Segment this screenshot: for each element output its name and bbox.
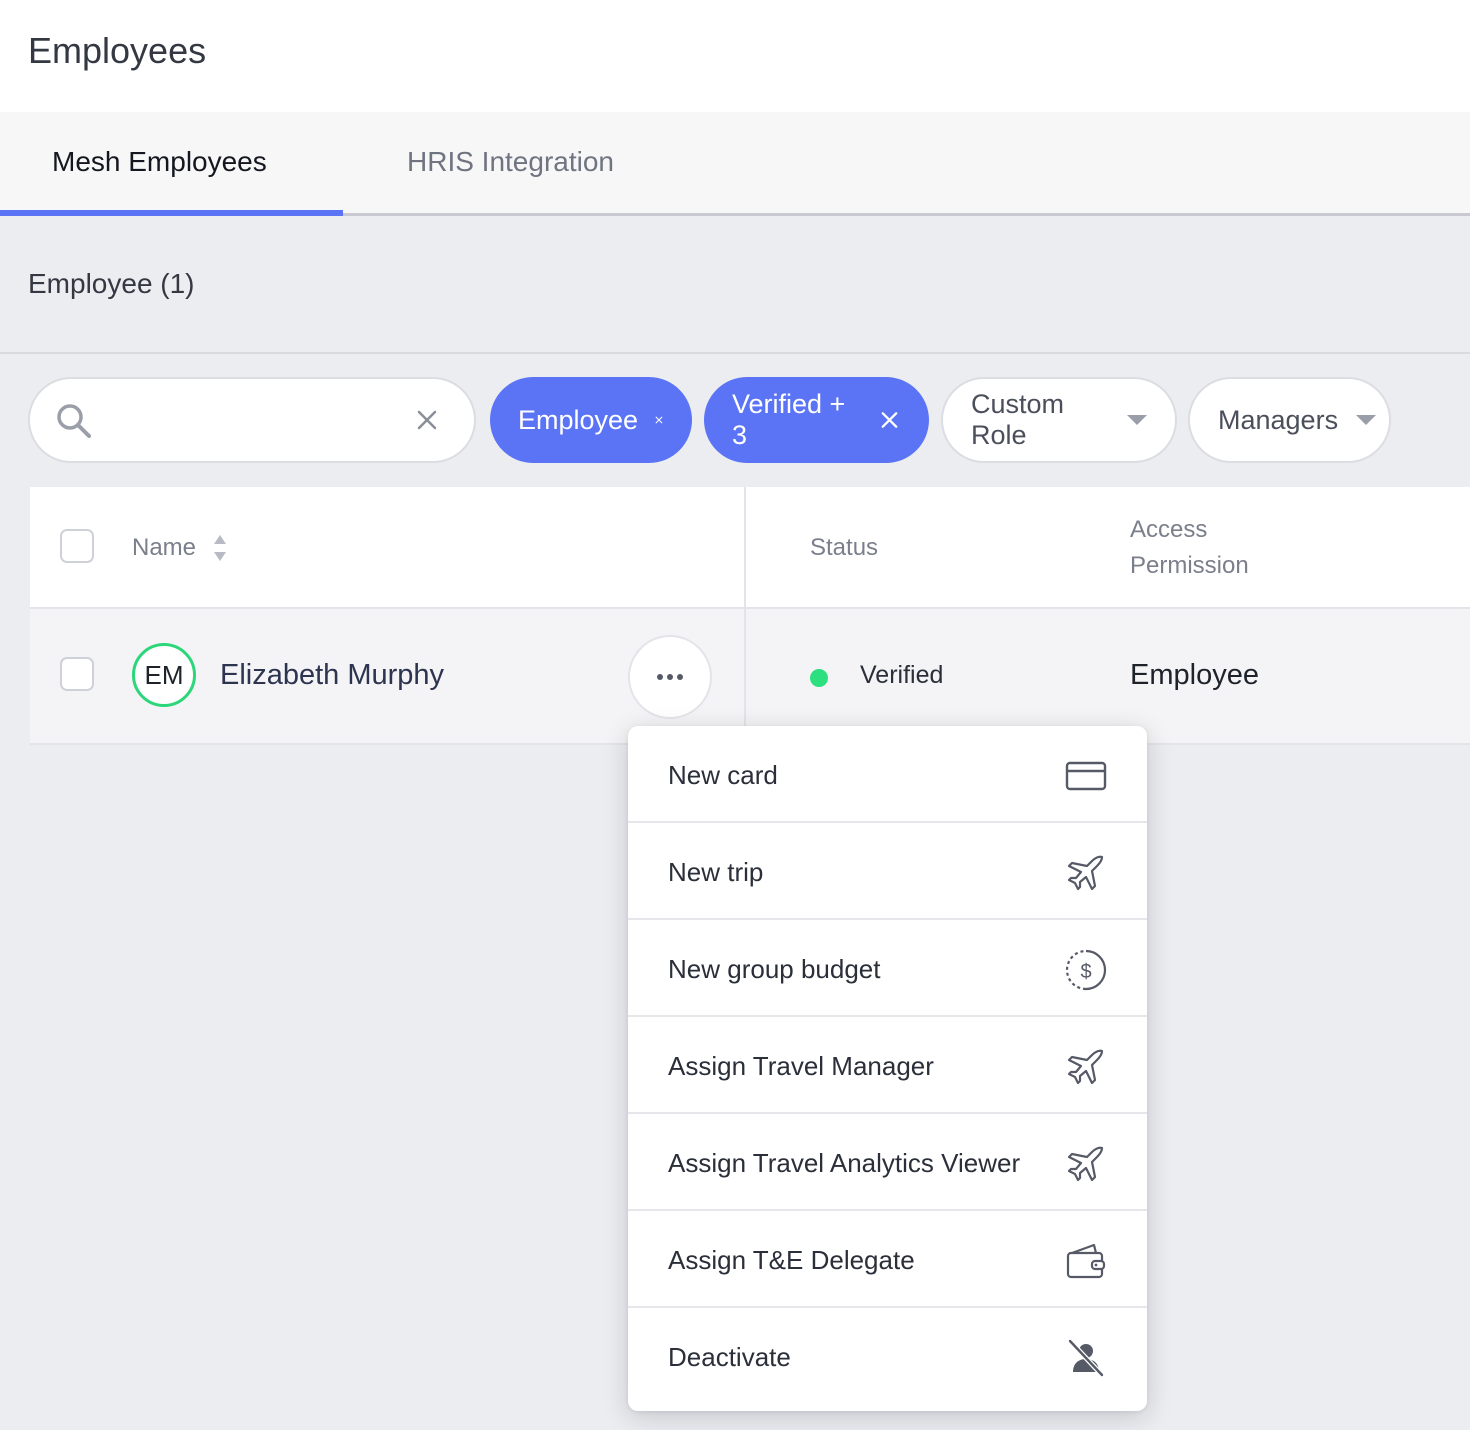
- filter-chip-label: Managers: [1218, 404, 1339, 435]
- employee-name[interactable]: Elizabeth Murphy: [220, 659, 444, 692]
- svg-text:$: $: [1080, 961, 1091, 983]
- menu-item-assign-travel-analytics-viewer[interactable]: Assign Travel Analytics Viewer: [628, 1114, 1147, 1211]
- user-off-icon: [1067, 1338, 1105, 1378]
- menu-item-new-group-budget[interactable]: New group budget $: [628, 920, 1147, 1017]
- page-title: Employees: [28, 30, 207, 71]
- close-icon: [417, 410, 437, 430]
- close-icon[interactable]: [654, 408, 664, 432]
- menu-item-assign-travel-manager[interactable]: Assign Travel Manager: [628, 1017, 1147, 1114]
- menu-item-new-trip[interactable]: New trip: [628, 823, 1147, 920]
- sort-icon[interactable]: [212, 533, 228, 563]
- more-actions-button[interactable]: [628, 635, 712, 719]
- filter-managers-dropdown[interactable]: Managers: [1188, 377, 1391, 463]
- filter-custom-role-dropdown[interactable]: Custom Role: [941, 377, 1177, 463]
- menu-item-new-card[interactable]: New card: [628, 726, 1147, 823]
- tab-mesh-employees[interactable]: Mesh Employees: [52, 142, 267, 182]
- menu-item-label: New card: [668, 760, 778, 790]
- menu-item-label: Assign Travel Manager: [668, 1051, 934, 1081]
- airplane-icon: [1067, 1049, 1104, 1085]
- dollar-circle-icon: $: [1065, 949, 1107, 991]
- column-divider: [744, 487, 746, 745]
- column-header-permission: Permission: [1130, 552, 1249, 579]
- tab-bar: Mesh Employees HRIS Integration: [0, 112, 1470, 216]
- menu-item-assign-te-delegate[interactable]: Assign T&E Delegate: [628, 1211, 1147, 1308]
- row-actions-menu: New card New trip New group budget $ Ass…: [628, 726, 1147, 1411]
- status-indicator-dot: [810, 669, 828, 687]
- table-header: Name Status Access Permission: [30, 487, 1470, 609]
- table-row[interactable]: EM Elizabeth Murphy Verified Employee: [30, 609, 1470, 745]
- credit-card-icon: [1065, 761, 1107, 791]
- column-header-access: Access: [1130, 516, 1208, 543]
- airplane-icon: [1067, 855, 1104, 891]
- clear-search-button[interactable]: [410, 403, 444, 437]
- section-header: Employee (1): [0, 216, 1470, 354]
- select-all-checkbox[interactable]: [60, 529, 94, 563]
- search-input[interactable]: [110, 399, 400, 443]
- close-icon[interactable]: [878, 408, 901, 432]
- menu-item-label: Assign T&E Delegate: [668, 1245, 915, 1275]
- column-header-status: Status: [810, 534, 879, 561]
- filter-chip-employee[interactable]: Employee: [490, 377, 692, 463]
- menu-item-label: Deactivate: [668, 1342, 791, 1372]
- filter-chip-verified[interactable]: Verified + 3: [704, 377, 929, 463]
- menu-item-label: New group budget: [668, 954, 881, 984]
- access-permission-text: Employee: [1130, 659, 1259, 691]
- filter-chip-label: Verified + 3: [732, 389, 846, 450]
- row-checkbox[interactable]: [60, 657, 94, 691]
- avatar: EM: [132, 643, 196, 707]
- menu-item-label: New trip: [668, 857, 764, 887]
- top-bar: Employees: [0, 0, 1470, 112]
- more-dots-icon: [667, 674, 673, 680]
- more-dots-icon: [657, 674, 663, 680]
- search-box[interactable]: [28, 377, 476, 463]
- search-icon: [57, 404, 91, 438]
- menu-item-deactivate[interactable]: Deactivate: [628, 1308, 1147, 1405]
- employee-count-title: Employee (1): [28, 268, 195, 299]
- chevron-down-icon: [1127, 415, 1147, 425]
- wallet-icon: [1066, 1243, 1106, 1279]
- filter-chip-label: Custom Role: [971, 389, 1065, 450]
- airplane-icon: [1067, 1146, 1104, 1182]
- filter-chip-label: Employee: [518, 404, 639, 435]
- column-header-name[interactable]: Name: [132, 534, 196, 562]
- tab-hris-integration[interactable]: HRIS Integration: [407, 142, 614, 182]
- more-dots-icon: [677, 674, 683, 680]
- status-text: Verified: [860, 661, 944, 689]
- menu-item-label: Assign Travel Analytics Viewer: [668, 1148, 1021, 1178]
- chevron-down-icon: [1356, 415, 1377, 425]
